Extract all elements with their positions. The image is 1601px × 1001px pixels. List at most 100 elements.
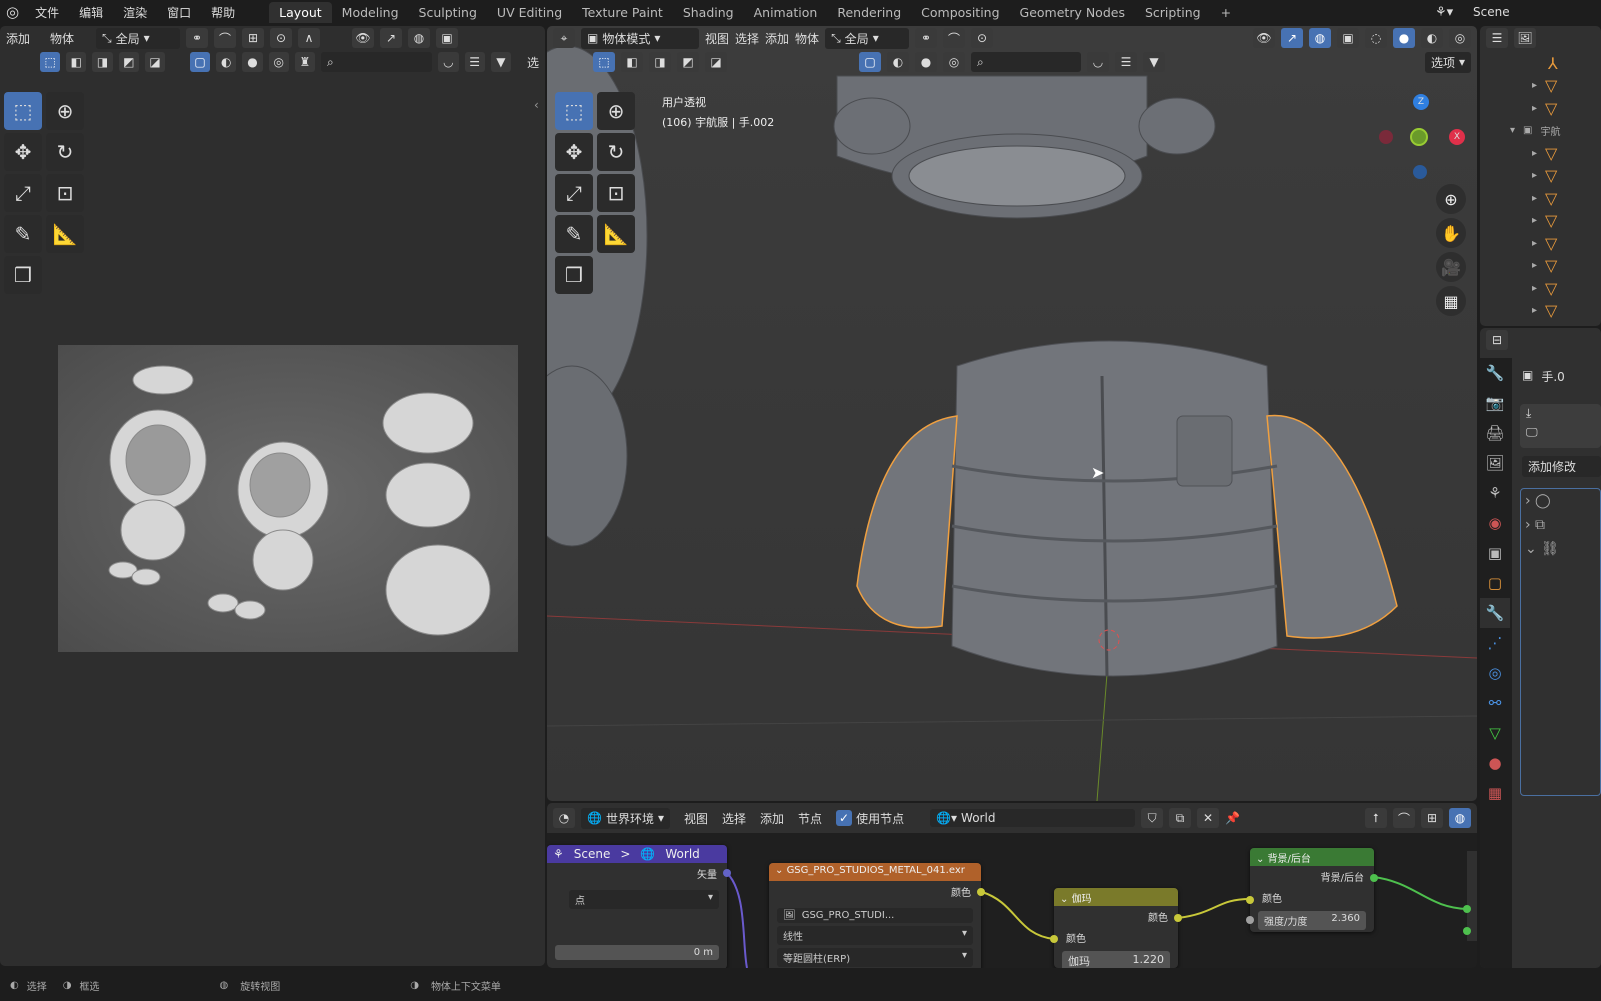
scene-selector-icon[interactable]: ⚘▾ [1435,5,1453,20]
background-out-socket[interactable] [1370,874,1378,882]
cursor-tool[interactable]: ⊕ [46,92,84,130]
gizmo-icon[interactable]: ↗ [380,28,403,48]
shading-wire-icon[interactable]: ◌ [1365,28,1387,48]
neg-z-handle[interactable] [1413,165,1427,179]
perspective-grid-icon[interactable]: ▦ [1436,286,1466,316]
measure-tool[interactable]: 📐 [597,215,635,253]
menu-select[interactable]: 选择 [735,30,759,47]
annotate-tool[interactable]: ✎ [555,215,593,253]
background-node-header[interactable]: ⌄ 背景/后台 [1250,848,1374,866]
select-intersect-icon[interactable]: ◪ [705,52,727,72]
tab-geometry-nodes[interactable]: Geometry Nodes [1010,2,1135,23]
z-axis-handle[interactable]: Z [1413,94,1429,110]
gamma-node-header[interactable]: ⌄ 伽玛 [1054,888,1178,906]
tab-rendering[interactable]: Rendering [827,2,911,23]
x-axis-handle[interactable]: X [1449,129,1465,145]
env-color-socket[interactable] [977,888,985,896]
scale-tool[interactable]: ⤢ [555,174,593,212]
modifier-panel[interactable]: › ◯ [1525,493,1596,509]
snap-icon[interactable]: ⌒ [943,28,966,48]
strength-field[interactable]: 强度/力度 2.360 [1258,911,1366,930]
move-tool[interactable]: ✥ [4,133,42,171]
image-datablock-field[interactable]: 🖼 GSG_PRO_STUDI... [777,908,973,923]
render-tab-icon[interactable]: 📷 [1480,388,1510,418]
visibility-icon[interactable]: 👁 [1253,28,1275,48]
editor-type-icon[interactable]: ⊟ [1486,330,1508,350]
curve-icon[interactable]: ◡ [438,52,459,72]
filter-light-icon[interactable]: ● [915,52,937,72]
orientation-dropdown[interactable]: ⤡ 全局 ▾ [96,27,181,49]
proportional-edit-icon[interactable]: ⊙ [270,28,293,48]
outliner-item[interactable]: ▸ ▽ [1480,187,1601,210]
snap-target-icon[interactable]: ⊞ [242,28,265,48]
annotate-tool[interactable]: ✎ [4,215,42,253]
curve-icon[interactable]: ◡ [1087,52,1109,72]
outliner-item[interactable]: ▸ ▽ [1480,255,1601,278]
blender-logo-icon[interactable]: ◎ [0,3,25,21]
left-viewport[interactable]: 添加 物体 ⤡ 全局 ▾ ⚭ ⌒ ⊞ ⊙ ∧ 👁 ↗ ◍ ▣ ⬚ ◧ ◨ ◩ ◪ ▢… [0,26,545,966]
outline-icon[interactable]: ☰ [464,52,485,72]
env-node-header[interactable]: ⌄ GSG_PRO_STUDIOS_METAL_041.exr [769,863,981,881]
modifier-tab-icon[interactable]: 🔧 [1480,598,1510,628]
constraints-tab-icon[interactable]: ⚯ [1480,688,1510,718]
outliner-item[interactable]: ▸ ▽ [1480,300,1601,323]
properties-editor[interactable]: ⊟ 🔧 📷 🖨 🖼 ⚘ ◉ ▣ ▢ 🔧 ⋰ ◎ ⚯ ▽ ● ▦ ▣ 手.0 ⤓ 🖵 … [1480,328,1601,968]
brush-icon[interactable]: ♜ [294,52,316,72]
main-viewport[interactable]: ⌖ ▣ 物体模式 ▾ 视图 选择 添加 物体 ⤡ 全局 ▾ ⚭ ⌒ ⊙ 👁 ↗ ◍ ▣ … [547,26,1477,801]
overlay-icon[interactable]: ◍ [408,28,431,48]
location-field[interactable]: 0 m [555,945,719,960]
volume-socket[interactable] [1463,927,1471,935]
rotate-tool[interactable]: ↻ [46,133,84,171]
object-tab-icon[interactable]: ▢ [1480,568,1510,598]
options-partial[interactable]: 选 [527,54,539,71]
view-layer-tab-icon[interactable]: 🖼 [1480,448,1510,478]
search-input[interactable]: ⌕ [321,52,433,72]
environment-texture-node[interactable]: ⌄ GSG_PRO_STUDIOS_METAL_041.exr 颜色 🖼 GSG_… [769,863,985,968]
xray-icon[interactable]: ▣ [1337,28,1359,48]
tool-tab-icon[interactable]: 🔧 [1480,358,1510,388]
zoom-icon[interactable]: ⊕ [1436,184,1466,214]
modifier-buttons[interactable]: ⤓ 🖵 [1520,404,1601,448]
proportional-edit-icon[interactable]: ⊙ [971,28,994,48]
breadcrumb-scene[interactable]: Scene [574,847,611,861]
gamma-in-socket[interactable] [1050,935,1058,943]
outliner-item[interactable]: ▸ ▽ [1480,210,1601,233]
outliner-item[interactable]: ▸ ▽ [1480,142,1601,165]
output-tab-icon[interactable]: 🖨 [1480,418,1510,448]
vector-socket[interactable] [723,869,731,877]
breadcrumb-world[interactable]: World [665,847,699,861]
filter-solid-icon[interactable]: ◐ [887,52,909,72]
interpolation-dropdown[interactable]: 线性 ▾ [777,926,973,945]
world-output-node[interactable] [1463,851,1477,941]
background-node[interactable]: ⌄ 背景/后台 背景/后台 颜色 强度/力度 2.360 [1246,848,1378,932]
select-subtract-icon[interactable]: ◨ [92,52,113,72]
node-editor[interactable]: ◔ 🌐 世界环境 ▾ 视图 选择 添加 节点 ✓ 使用节点 🌐▾ World ⛉ ⧉ ✕… [547,803,1477,968]
modifier-panel[interactable]: ⌄ ⛓ [1525,541,1596,557]
world-tab-icon[interactable]: ◉ [1480,508,1510,538]
menu-file[interactable]: 文件 [25,4,69,21]
outliner-item[interactable]: ▸ ▽ [1480,277,1601,300]
menu-view[interactable]: 视图 [705,30,729,47]
options-dropdown[interactable]: 选项 ▾ [1424,51,1471,73]
display-mode-icon[interactable]: ☰ [1486,28,1508,48]
outliner[interactable]: ☰ 🖼 ⅄ ▸ ▽ ▸ ▽ ▾ ▣ 宇航 ▸ ▽ ▸ ▽ ▸ ▽ ▸ ▽ ▸ ▽ ▸ ▽ ▸ ▽ ▸ ▽ [1480,26,1601,326]
add-modifier-button[interactable]: 添加修改 [1522,456,1601,477]
tab-sculpting[interactable]: Sculpting [409,2,487,23]
mapping-node[interactable]: ⚘ Scene > 🌐 World 矢量 点 ▾ 0 m [547,845,731,968]
neg-x-handle[interactable] [1379,130,1393,144]
select-intersect-icon[interactable]: ◪ [144,52,166,72]
mapping-type-dropdown[interactable]: 点 ▾ [569,890,719,909]
collection-tab-icon[interactable]: ▣ [1480,538,1510,568]
orientation-dropdown[interactable]: ⤡ 全局 ▾ [825,27,910,49]
data-tab-icon[interactable]: ▽ [1480,718,1510,748]
select-subtract-icon[interactable]: ◨ [649,52,671,72]
modifier-panel[interactable]: › ⧉ [1525,517,1596,533]
select-new-icon[interactable]: ⬚ [40,52,61,72]
tab-scripting[interactable]: Scripting [1135,2,1211,23]
outliner-item[interactable]: ⅄ [1480,52,1601,75]
shading-render-icon[interactable]: ◎ [1449,28,1471,48]
apply-icon[interactable]: ⤓ [1520,404,1601,423]
outliner-item[interactable]: ▸ ▽ [1480,75,1601,98]
mode-dropdown[interactable]: ▣ 物体模式 ▾ [581,27,699,49]
tab-texture-paint[interactable]: Texture Paint [572,2,673,23]
